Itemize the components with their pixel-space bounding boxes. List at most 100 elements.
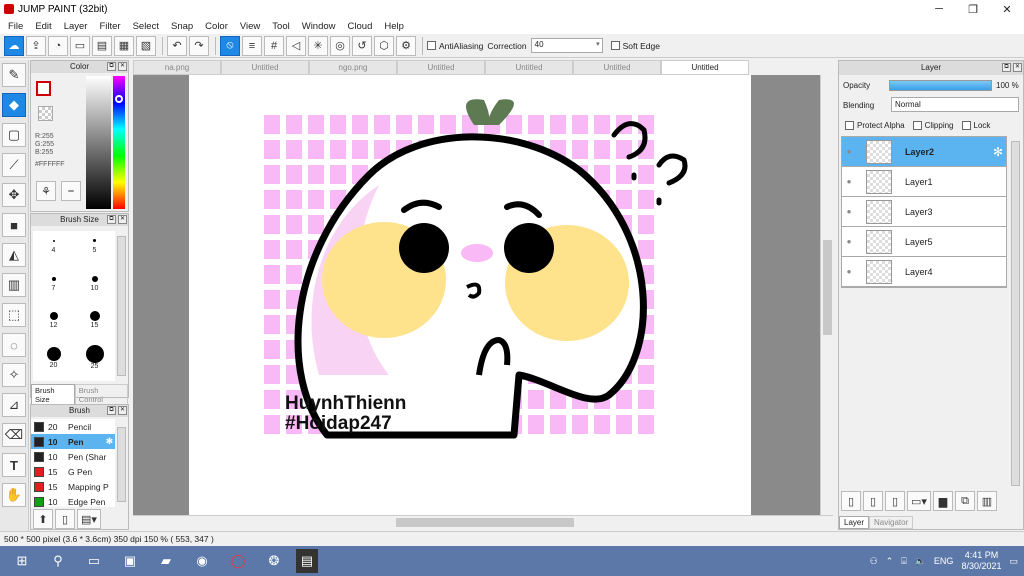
panel-float-icon[interactable]: ⧉ [107,406,116,415]
grid-tile-icon[interactable]: ▦ [114,35,134,56]
brush-size-option[interactable]: 10 [74,269,115,307]
tab-layer[interactable]: Layer [839,516,870,529]
close-button[interactable]: ✕ [990,0,1024,18]
app-taskbar-icon[interactable]: ▣ [116,549,144,573]
brush-item[interactable]: 15 Mapping P [31,479,115,494]
tab-brush-size[interactable]: Brush Size [31,384,75,406]
gradient-tool-icon[interactable]: ▥ [2,273,26,297]
grid-snap-icon[interactable]: # [264,35,284,56]
panel-close-icon[interactable]: ✕ [118,406,127,415]
tray-chevron-icon[interactable]: ⌃ [886,556,894,567]
parallel-snap-icon[interactable]: ≡ [242,35,262,56]
perspective-snap-icon[interactable]: ◁ [286,35,306,56]
radial-snap-icon[interactable]: ✳ [308,35,328,56]
circle-snap-icon[interactable]: ◎ [330,35,350,56]
menu-file[interactable]: File [2,21,29,32]
clock[interactable]: 4:41 PM 8/30/2021 [961,550,1001,572]
menu-help[interactable]: Help [378,21,410,32]
brush-item[interactable]: 20 Pencil [31,419,115,434]
language-indicator[interactable]: ENG [934,556,954,566]
message-icon[interactable]: ▭ [70,35,90,56]
visibility-icon[interactable]: ● [842,177,856,186]
brush-size-option[interactable]: 25 [74,344,115,382]
bucket-tool-icon[interactable]: ◭ [2,243,26,267]
windows-start-icon[interactable]: ⊞ [8,549,36,573]
magic-wand-tool-icon[interactable]: ✧ [2,363,26,387]
layer-menu-icon[interactable]: ▭▾ [907,491,931,511]
menu-select[interactable]: Select [127,21,165,32]
new-layer-8bit-icon[interactable]: ▯ [863,491,883,511]
folder-icon[interactable]: ▆ [933,491,953,511]
blending-select[interactable]: Normal [891,97,1019,112]
notification-icon[interactable]: ▭ [1009,556,1018,567]
palette-icon[interactable]: ⚘ [36,181,56,201]
select-eraser-tool-icon[interactable]: ⌫ [2,423,26,447]
brush-size-option[interactable]: 4 [33,231,74,269]
opacity-slider[interactable] [889,80,992,91]
brush-item[interactable]: 10 Pen (Shar [31,449,115,464]
brush-item[interactable]: 10 Edge Pen [31,494,115,507]
tab-document[interactable]: Untitled [221,60,309,75]
brush-size-option[interactable]: 20 [33,344,74,382]
layout-icon[interactable]: ▧ [136,35,156,56]
brush-list-scrollbar[interactable] [117,427,126,502]
brush-size-option[interactable]: 15 [74,306,115,344]
delete-layer-icon[interactable]: ▥ [977,491,997,511]
people-icon[interactable]: ⚇ [870,556,878,567]
export-icon[interactable]: ⇪ [26,35,46,56]
brush-new-icon[interactable]: ▯ [55,509,75,529]
comment-icon[interactable]: ◔ [48,35,68,56]
duplicate-layer-icon[interactable]: ⧉ [955,491,975,511]
menu-filter[interactable]: Filter [93,21,126,32]
menu-color[interactable]: Color [199,21,234,32]
new-layer-1bit-icon[interactable]: ▯ [885,491,905,511]
search-icon[interactable]: ⚲ [44,549,72,573]
horizontal-scrollbar[interactable] [133,515,833,529]
gear-icon[interactable]: ✻ [993,145,1003,159]
tab-document[interactable]: Untitled [573,60,661,75]
hand-tool-icon[interactable]: ✋ [2,483,26,507]
minimize-button[interactable]: ─ [922,0,956,18]
protect-alpha-checkbox[interactable]: Protect Alpha [845,121,905,131]
visibility-icon[interactable]: ● [842,237,856,246]
visibility-icon[interactable]: ● [842,207,856,216]
pen-tool-icon[interactable]: ✎ [2,63,26,87]
tab-navigator[interactable]: Navigator [869,516,914,529]
eyedropper-icon[interactable]: ⎯ [61,181,81,201]
brush-size-option[interactable]: 7 [33,269,74,307]
menu-snap[interactable]: Snap [165,21,199,32]
new-layer-icon[interactable]: ▯ [841,491,861,511]
brush-add-icon[interactable]: ⬆ [33,509,53,529]
settings-snap-icon[interactable]: ⚙ [396,35,416,56]
brush-item[interactable]: 15 G Pen [31,464,115,479]
curve-snap-icon[interactable]: ↺ [352,35,372,56]
brush-size-option[interactable]: 12 [33,306,74,344]
panel-close-icon[interactable]: ✕ [1013,63,1022,72]
transparent-swatch[interactable] [38,106,53,121]
lasso-tool-icon[interactable]: ◌ [2,333,26,357]
correction-select[interactable]: 40 [530,38,603,53]
jump-paint-icon[interactable]: ▤ [296,549,318,573]
clipping-checkbox[interactable]: Clipping [912,121,954,131]
page-icon[interactable]: ▤ [92,35,112,56]
tab-brush-control[interactable]: Brush Control [74,384,128,406]
eraser-tool-icon[interactable]: ◆ [2,93,26,117]
brush-size-scrollbar[interactable] [117,236,126,376]
fill-rect-tool-icon[interactable]: ■ [2,213,26,237]
text-tool-icon[interactable]: T [2,453,26,477]
tab-document[interactable]: Untitled [485,60,573,75]
vertical-scrollbar[interactable] [820,75,834,515]
panel-float-icon[interactable]: ⧉ [107,215,116,224]
gear-icon[interactable]: ✻ [106,436,113,447]
file-explorer-icon[interactable]: ▰ [152,549,180,573]
primary-color-swatch[interactable] [36,81,51,96]
tab-document[interactable]: Untitled [397,60,485,75]
network-icon[interactable]: ⌸ [901,556,906,567]
rect-select-tool-icon[interactable]: ▢ [2,123,26,147]
menu-cloud[interactable]: Cloud [342,21,379,32]
select-pen-tool-icon[interactable]: ⊿ [2,393,26,417]
tab-document[interactable]: ngo.png [309,60,397,75]
canvas[interactable]: HuynhThienn #Hoidap247 [189,75,751,515]
canvas-area[interactable]: HuynhThienn #Hoidap247 [133,75,820,515]
zalo-icon[interactable]: ◉ [188,549,216,573]
